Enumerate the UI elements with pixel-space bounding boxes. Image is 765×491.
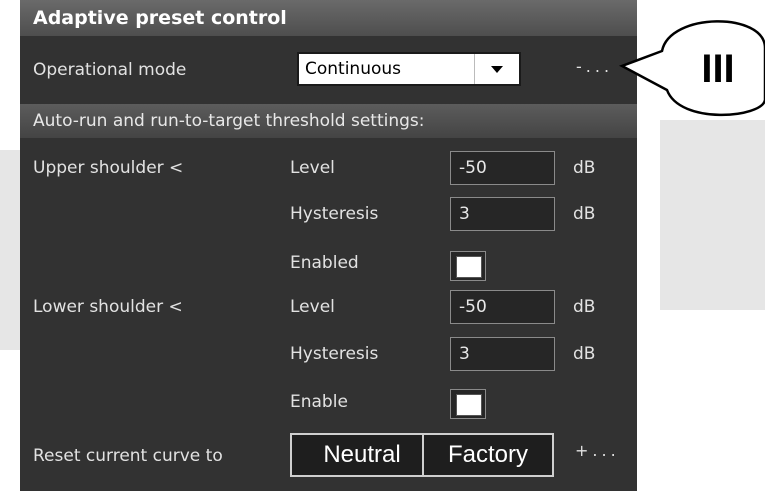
callout-label: III (701, 47, 735, 91)
callout-bubble (618, 20, 765, 117)
